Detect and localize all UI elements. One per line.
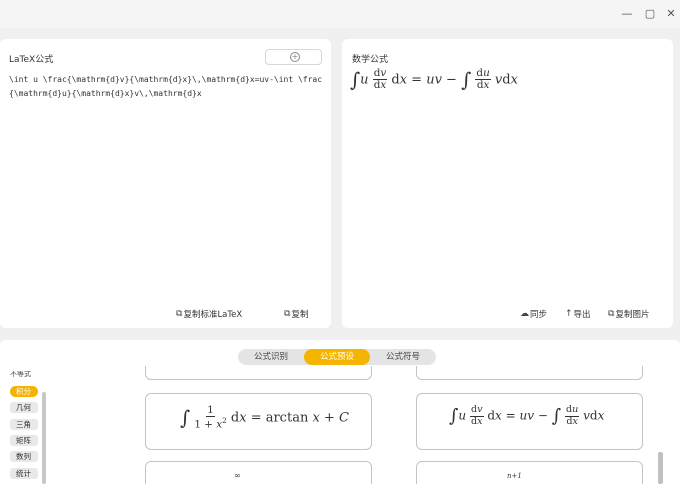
copy-label: 复制 (291, 310, 309, 320)
preset-formula-partial: ∞ (234, 471, 241, 480)
sidebar-item-statistics[interactable]: 统计 (10, 468, 38, 479)
title-bar: — ▢ ✕ (0, 0, 680, 28)
preset-card[interactable] (416, 366, 643, 380)
preset-formula: ∫u dv dx dx = uv − ∫ du dx vdx (449, 404, 605, 427)
copy-button[interactable]: ⧉ 复制 (284, 308, 308, 320)
copy-icon: ⧉ (608, 309, 615, 319)
sidebar-item-geometry[interactable]: 几何 (10, 402, 38, 413)
preset-card[interactable] (145, 366, 372, 380)
math-panel-title: 数学公式 (352, 55, 389, 65)
sidebar-item-integral[interactable]: 积分 (10, 386, 38, 397)
copy-icon: ⧉ (176, 309, 183, 319)
preset-card[interactable]: ∞ (145, 461, 372, 484)
preset-card-arctan[interactable]: ∫ 11 + x2 dx = arctan x + C (145, 393, 372, 450)
tab-formula-presets[interactable]: 公式预设 (304, 349, 370, 365)
sidebar-item-inequality[interactable]: 不等式 (10, 371, 31, 378)
sync-button[interactable]: ☁ 同步 (520, 308, 547, 320)
tab-formula-recognition[interactable]: 公式识别 (238, 349, 304, 365)
rendered-formula: ∫u dv dx dx = uv − ∫ du dx vdx (350, 67, 518, 92)
presets-scrollbar[interactable] (658, 452, 663, 484)
tab-formula-symbols[interactable]: 公式符号 (370, 349, 436, 365)
add-button[interactable]: + (265, 49, 322, 65)
preset-card-integration-by-parts[interactable]: ∫u dv dx dx = uv − ∫ du dx vdx (416, 393, 643, 450)
tab-bar: 公式识别 公式预设 公式符号 (238, 349, 436, 365)
export-button[interactable]: ↑ 导出 (565, 308, 591, 320)
preset-card[interactable]: n+1 (416, 461, 643, 484)
copy-image-button[interactable]: ⧉ 复制图片 (608, 308, 649, 320)
copy-icon: ⧉ (284, 309, 291, 319)
minimize-icon[interactable]: — (619, 6, 635, 22)
copy-standard-latex-label: 复制标准LaTeX (183, 310, 243, 320)
preset-formula: ∫ 11 + x2 dx = arctan x + C (180, 404, 349, 431)
sidebar-item-sequence[interactable]: 数列 (10, 451, 38, 462)
copy-image-label: 复制图片 (615, 310, 650, 320)
upload-arrow-icon: ↑ (565, 309, 573, 319)
close-icon[interactable]: ✕ (663, 6, 679, 22)
export-label: 导出 (573, 310, 591, 320)
sync-label: 同步 (530, 310, 548, 320)
preset-formula-partial: n+1 (507, 472, 522, 480)
copy-standard-latex-button[interactable]: ⧉ 复制标准LaTeX (176, 308, 242, 320)
add-icon: + (290, 52, 300, 62)
maximize-icon[interactable]: ▢ (642, 6, 658, 22)
sidebar-item-trigonometry[interactable]: 三角 (10, 419, 38, 430)
cloud-icon: ☁ (520, 309, 529, 319)
latex-panel-title: LaTeX公式 (9, 55, 54, 65)
sidebar-scrollbar[interactable] (42, 392, 46, 484)
sidebar-item-matrix[interactable]: 矩阵 (10, 435, 38, 446)
latex-source-input[interactable]: \int u \frac{\mathrm{d}v}{\mathrm{d}x}\,… (9, 73, 323, 101)
